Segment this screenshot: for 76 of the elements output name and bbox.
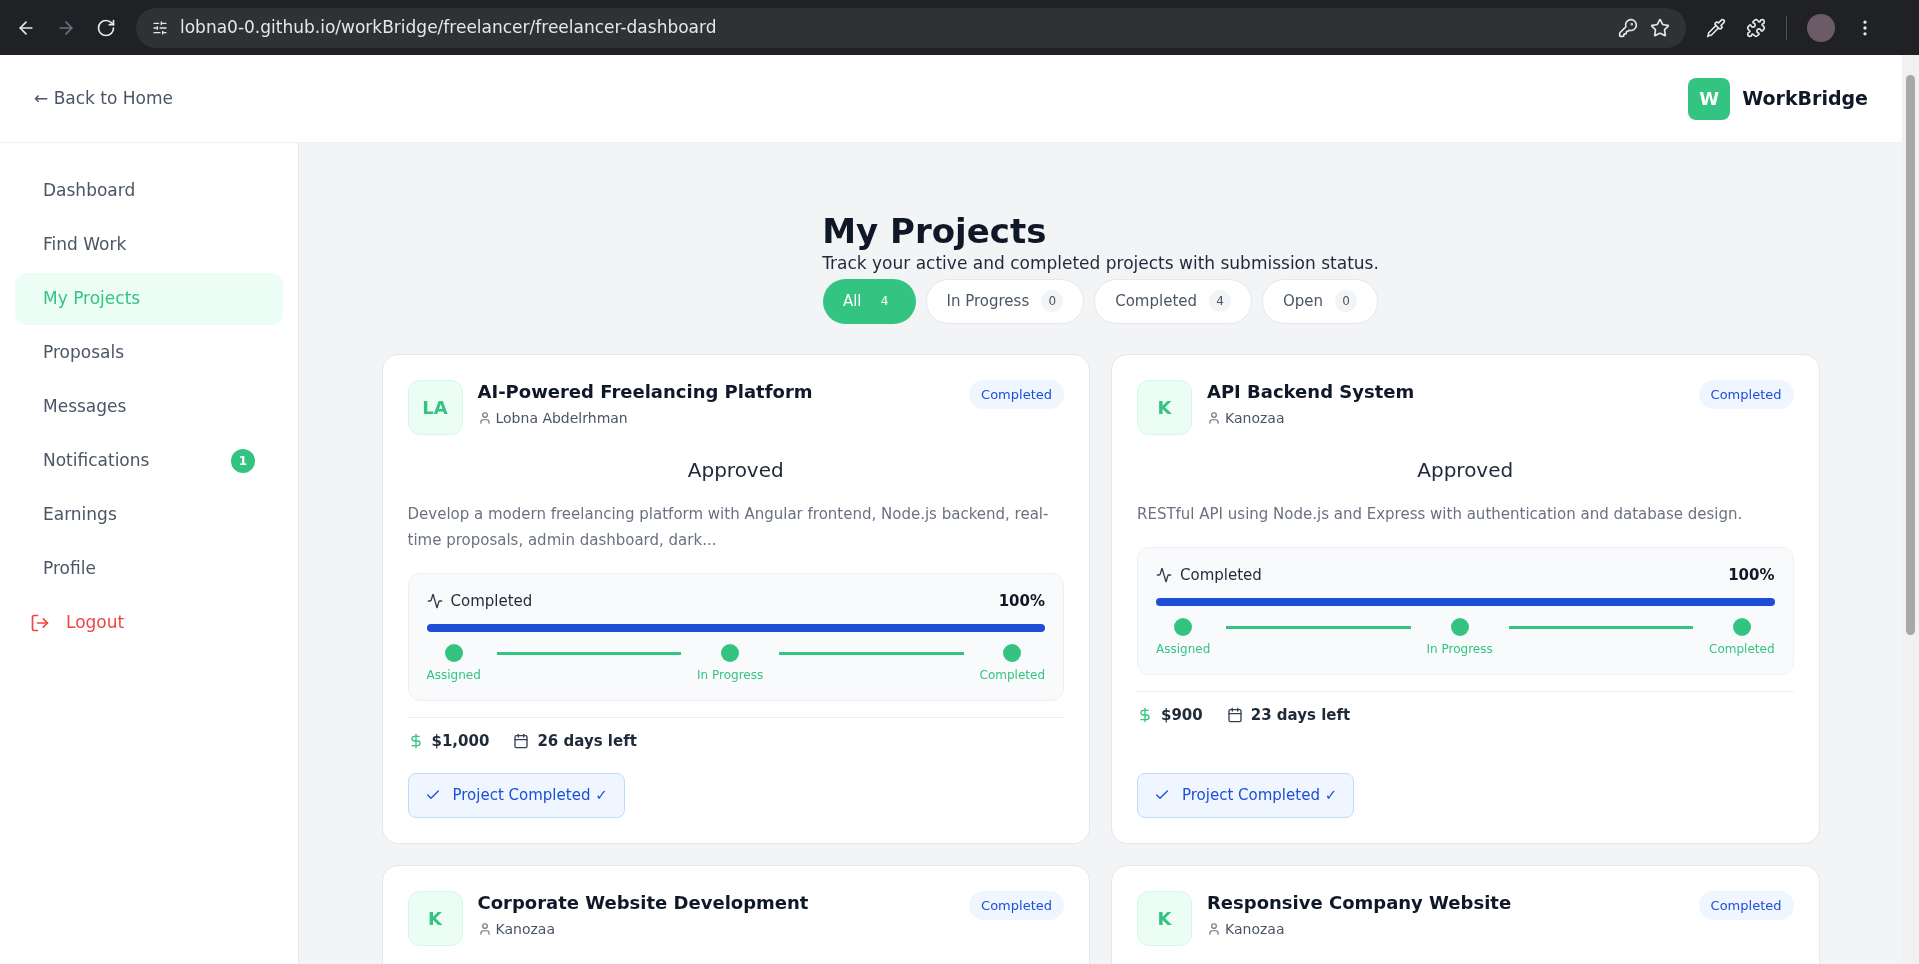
project-title: Responsive Company Website	[1207, 890, 1513, 915]
user-icon	[477, 922, 492, 936]
deadline: 23 days left	[1250, 705, 1351, 726]
budget: $1,000	[431, 731, 490, 752]
key-icon[interactable]	[1618, 17, 1638, 38]
status-badge: Completed	[969, 379, 1064, 409]
status-badge: Completed	[1698, 379, 1794, 409]
filter-tab[interactable]: Open 0	[1262, 278, 1379, 324]
activity-icon	[426, 592, 443, 609]
logout-icon	[30, 613, 50, 633]
step-label: Completed	[1709, 641, 1775, 658]
step-label: Assigned	[426, 667, 481, 684]
filter-count: 0	[1335, 290, 1358, 312]
logout-item[interactable]: Logout	[15, 597, 283, 649]
user-icon	[477, 411, 492, 425]
status-badge: Completed	[1698, 890, 1794, 920]
project-avatar: K	[1137, 890, 1192, 946]
step-label: In Progress	[1426, 641, 1493, 658]
sidebar-item[interactable]: Earnings	[15, 489, 283, 541]
project-description: Develop a modern freelancing platform with Angular frontend, Node.js backend, real-time proposals, admin dashboard, dark...	[407, 503, 1050, 551]
sidebar-item[interactable]: Proposals	[15, 327, 283, 379]
reload-icon[interactable]	[96, 17, 116, 38]
activity-icon	[1156, 566, 1172, 583]
url-text: lobna0-0.github.io/workBridge/freelancer/freelancer-dashboard	[180, 15, 718, 39]
step-label: Completed	[979, 667, 1045, 684]
project-title: AI-Powered Freelancing Platform	[477, 379, 814, 404]
calendar-icon	[513, 733, 530, 750]
approval-status: Approved	[686, 456, 785, 484]
pipette-icon[interactable]	[1706, 17, 1726, 38]
deadline: 26 days left	[537, 731, 637, 752]
brand-name: WorkBridge	[1742, 86, 1868, 112]
calendar-icon	[1226, 707, 1243, 724]
user-icon	[1207, 922, 1221, 936]
project-avatar: K	[407, 890, 463, 946]
sidebar-item[interactable]: Messages	[15, 381, 283, 433]
project-avatar: LA	[407, 379, 463, 435]
page-title: My Projects	[822, 211, 1048, 251]
client-name: Kanozaa	[1225, 408, 1285, 428]
step-label: Assigned	[1156, 641, 1211, 658]
sidebar-item[interactable]: Find Work	[15, 219, 283, 271]
status-badge: Completed	[969, 890, 1064, 920]
site-settings-icon[interactable]	[152, 19, 168, 36]
sidebar-item[interactable]: Profile	[15, 543, 283, 595]
progress-label: Completed	[450, 590, 533, 612]
step-label: In Progress	[697, 667, 764, 684]
progress-percent: 100%	[1728, 564, 1775, 586]
page-subtitle: Track your active and completed projects with submission status.	[822, 252, 1379, 275]
sidebar-item[interactable]: Dashboard	[15, 165, 283, 217]
star-icon[interactable]	[1650, 17, 1670, 38]
client-name: Kanozaa	[1225, 919, 1285, 939]
scrollbar[interactable]	[1902, 55, 1919, 964]
address-bar[interactable]: lobna0-0.github.io/workBridge/freelancer/freelancer-dashboard	[136, 7, 1686, 48]
project-title: API Backend System	[1207, 379, 1416, 404]
dollar-icon	[1137, 707, 1153, 724]
filter-count: 4	[1209, 290, 1232, 312]
approval-status: Approved	[1416, 456, 1515, 484]
progress-label: Completed	[1180, 564, 1262, 586]
user-icon	[1207, 411, 1221, 425]
project-description: RESTful API using Node.js and Express with authentication and database design.	[1137, 503, 1744, 525]
filter-count: 0	[1041, 290, 1064, 312]
project-completed-button[interactable]: Project Completed ✓	[1137, 773, 1355, 818]
filter-tab[interactable]: Completed 4	[1094, 278, 1253, 324]
client-name: Kanozaa	[495, 919, 555, 939]
puzzle-icon[interactable]	[1746, 17, 1766, 38]
sidebar-item[interactable]: Notifications 1	[15, 435, 283, 487]
client-name: Lobna Abdelrhman	[495, 408, 628, 428]
project-avatar: K	[1137, 379, 1192, 435]
project-title: Corporate Website Development	[477, 890, 810, 915]
progress-percent: 100%	[998, 590, 1045, 612]
budget: $900	[1161, 705, 1203, 726]
back-to-home-link[interactable]: ← Back to Home	[34, 85, 173, 112]
filter-tab[interactable]: In Progress 0	[925, 278, 1085, 324]
notification-badge: 1	[231, 449, 255, 473]
profile-avatar[interactable]	[1807, 13, 1835, 42]
logo-mark: W	[1688, 77, 1731, 120]
project-completed-button[interactable]: Project Completed ✓	[407, 773, 625, 818]
